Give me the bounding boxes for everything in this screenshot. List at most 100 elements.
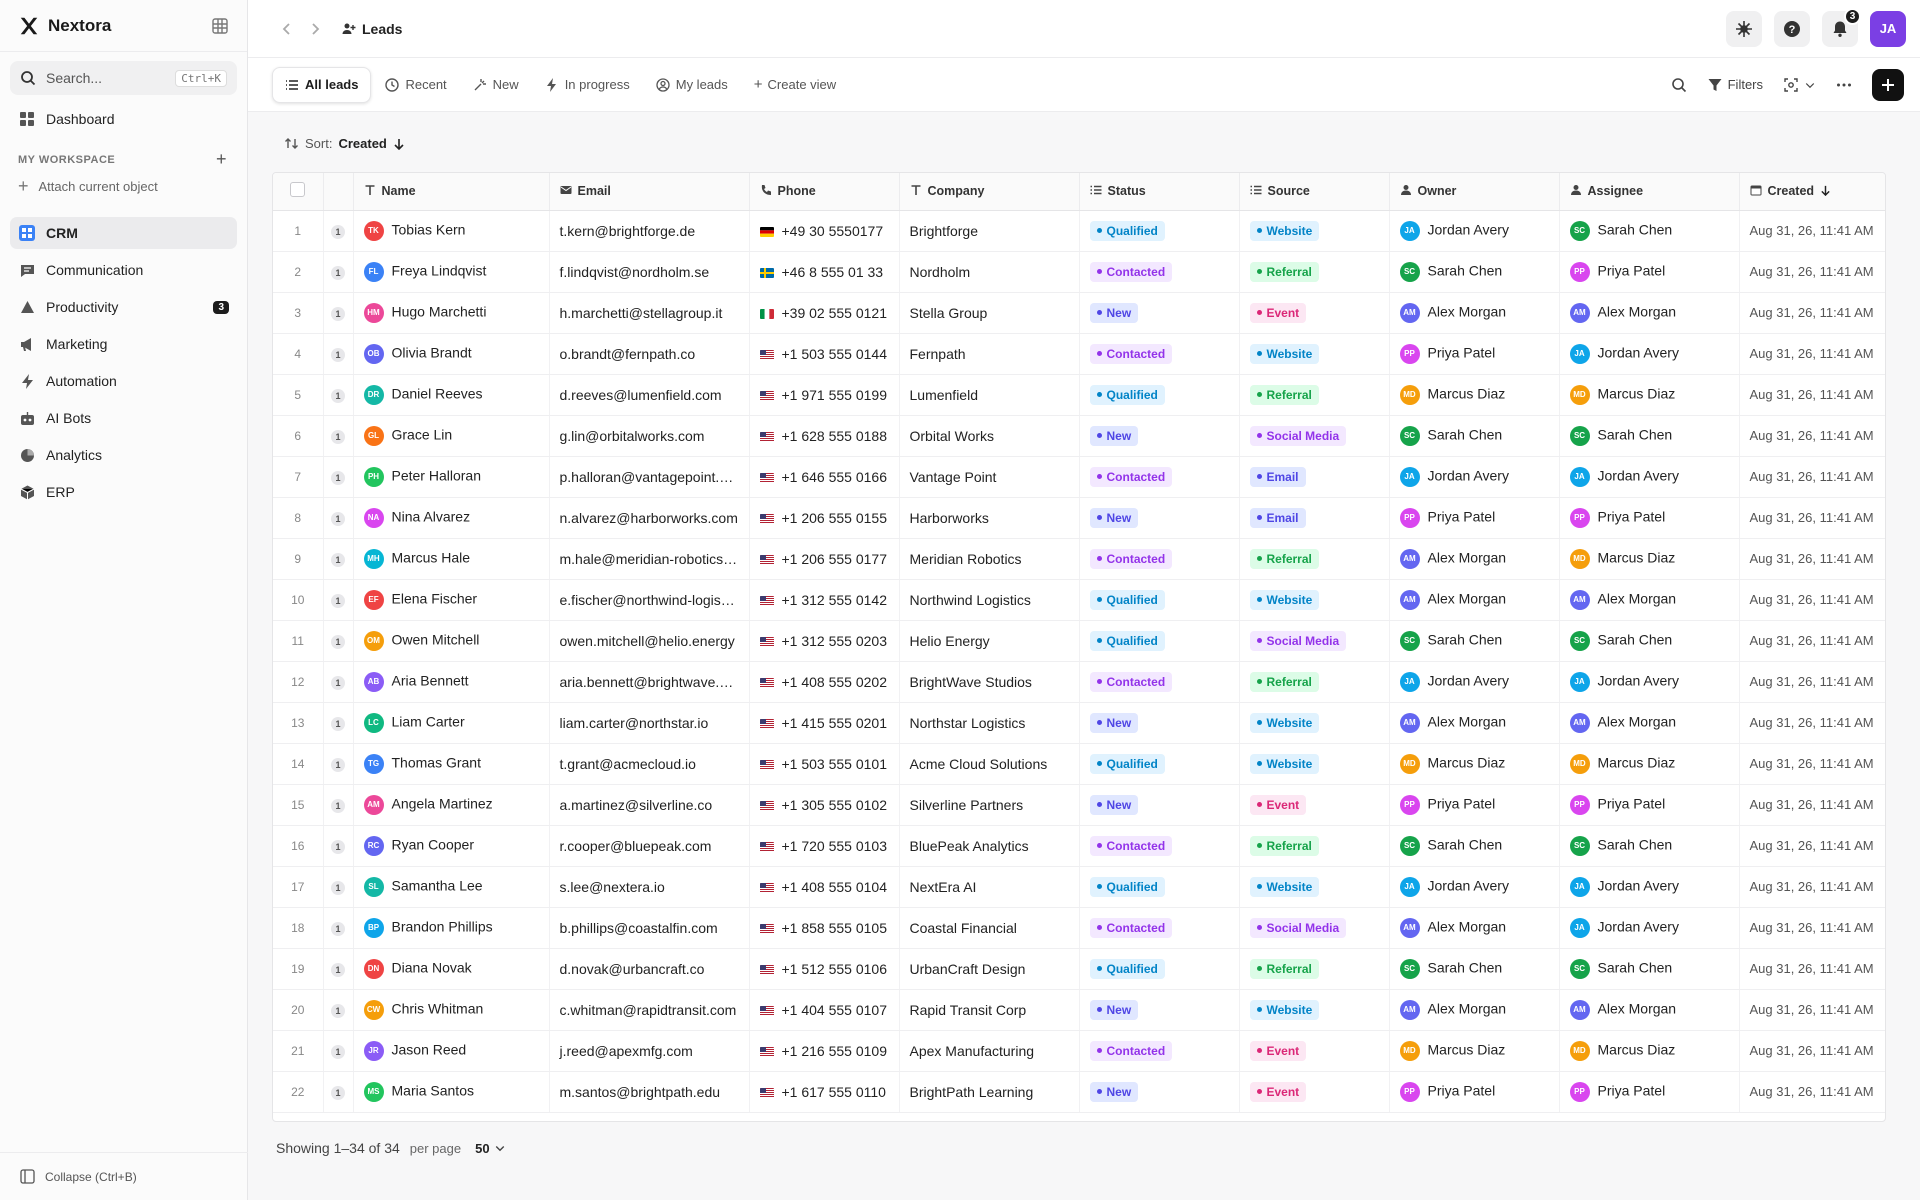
company-cell[interactable]: NextEra AI (899, 866, 1080, 908)
company-cell[interactable]: Harborworks (899, 497, 1080, 539)
owner-cell[interactable]: PP Priya Patel (1389, 1071, 1560, 1113)
name-cell[interactable]: HM Hugo Marchetti (353, 292, 550, 334)
name-cell[interactable]: BP Brandon Phillips (353, 907, 550, 949)
sidebar-search[interactable]: Search... Ctrl+K (10, 61, 237, 95)
name-cell[interactable]: AM Angela Martinez (353, 784, 550, 826)
owner-cell[interactable]: SC Sarah Chen (1389, 415, 1560, 457)
email-cell[interactable]: d.novak@urbancraft.co (549, 948, 750, 990)
assignee-cell[interactable]: JA Jordan Avery (1559, 907, 1740, 949)
sidebar-item-productivity[interactable]: Productivity 3 (10, 291, 237, 323)
source-cell[interactable]: Website (1239, 702, 1390, 744)
company-cell[interactable]: Helio Energy (899, 620, 1080, 662)
owner-cell[interactable]: SC Sarah Chen (1389, 251, 1560, 293)
company-cell[interactable]: Meridian Robotics (899, 538, 1080, 580)
email-cell[interactable]: b.phillips@coastalfin.com (549, 907, 750, 949)
row-number[interactable]: 4 (273, 333, 324, 375)
attach-current-object[interactable]: + Attach current object (18, 176, 237, 197)
search-icon[interactable] (1671, 77, 1687, 93)
sort-control[interactable]: Sort: Created (284, 136, 411, 151)
display-options-dropdown[interactable] (1783, 77, 1816, 93)
email-cell[interactable]: liam.carter@northstar.io (549, 702, 750, 744)
owner-cell[interactable]: AM Alex Morgan (1389, 989, 1560, 1031)
owner-cell[interactable]: SC Sarah Chen (1389, 948, 1560, 990)
more-options-icon[interactable] (1836, 77, 1852, 93)
table-row[interactable]: 21 1 JR Jason Reed j.reed@apexmfg.com +1 216 … (273, 1030, 1885, 1072)
owner-cell[interactable]: AM Alex Morgan (1389, 579, 1560, 621)
table-row[interactable]: 3 1 HM Hugo Marchetti h.marchetti@stellagrou… (273, 292, 1885, 334)
owner-cell[interactable]: PP Priya Patel (1389, 784, 1560, 826)
source-cell[interactable]: Social Media (1239, 415, 1390, 457)
tab-in-progress[interactable]: In progress (533, 67, 642, 103)
status-cell[interactable]: Qualified (1079, 866, 1240, 908)
table-row[interactable]: 1 1 TK Tobias Kern t.kern@brightforge.de +49 … (273, 210, 1885, 252)
status-cell[interactable]: Contacted (1079, 456, 1240, 498)
row-number[interactable]: 15 (273, 784, 324, 826)
column-header-company[interactable]: Company (899, 173, 1080, 211)
email-cell[interactable]: e.fischer@northwind-logistics.com (549, 579, 750, 621)
email-cell[interactable]: aria.bennett@brightwave.studio (549, 661, 750, 703)
table-row[interactable]: 14 1 TG Thomas Grant t.grant@acmecloud.io +1 … (273, 743, 1885, 785)
sidebar-item-automation[interactable]: Automation (10, 365, 237, 397)
phone-cell[interactable]: +1 858 555 0105 (749, 907, 900, 949)
assignee-cell[interactable]: PP Priya Patel (1559, 784, 1740, 826)
sidebar-item-communication[interactable]: Communication (10, 254, 237, 286)
tab-all-leads[interactable]: All leads (272, 66, 372, 103)
email-cell[interactable]: r.cooper@bluepeak.com (549, 825, 750, 867)
row-number[interactable]: 6 (273, 415, 324, 457)
table-row[interactable]: 18 1 BP Brandon Phillips b.phillips@coastalf… (273, 907, 1885, 949)
source-cell[interactable]: Event (1239, 292, 1390, 334)
table-row[interactable]: 6 1 GL Grace Lin g.lin@orbitalworks.com +1 62… (273, 415, 1885, 457)
assignee-cell[interactable]: SC Sarah Chen (1559, 948, 1740, 990)
status-cell[interactable]: New (1079, 784, 1240, 826)
phone-cell[interactable]: +1 408 555 0104 (749, 866, 900, 908)
table-row[interactable]: 9 1 MH Marcus Hale m.hale@meridian-robotics.… (273, 538, 1885, 580)
add-workspace-item-icon[interactable]: + (216, 149, 227, 170)
source-cell[interactable]: Referral (1239, 661, 1390, 703)
column-header-owner[interactable]: Owner (1389, 173, 1560, 211)
row-number[interactable]: 3 (273, 292, 324, 334)
sidebar-item-analytics[interactable]: Analytics (10, 439, 237, 471)
column-header-name[interactable]: Name (353, 173, 550, 211)
assignee-cell[interactable]: SC Sarah Chen (1559, 210, 1740, 252)
status-cell[interactable]: Contacted (1079, 825, 1240, 867)
create-view-button[interactable]: + Create view (742, 67, 848, 103)
name-cell[interactable]: TG Thomas Grant (353, 743, 550, 785)
company-cell[interactable]: Rapid Transit Corp (899, 989, 1080, 1031)
row-number[interactable]: 16 (273, 825, 324, 867)
apps-grid-icon[interactable] (211, 17, 229, 35)
row-number[interactable]: 22 (273, 1071, 324, 1113)
owner-cell[interactable]: PP Priya Patel (1389, 333, 1560, 375)
assignee-cell[interactable]: MD Marcus Diaz (1559, 374, 1740, 416)
source-cell[interactable]: Website (1239, 743, 1390, 785)
source-cell[interactable]: Referral (1239, 251, 1390, 293)
status-cell[interactable]: Qualified (1079, 374, 1240, 416)
status-cell[interactable]: New (1079, 989, 1240, 1031)
phone-cell[interactable]: +1 628 555 0188 (749, 415, 900, 457)
status-cell[interactable]: Qualified (1079, 743, 1240, 785)
tab-recent[interactable]: Recent (373, 67, 458, 103)
assignee-cell[interactable]: PP Priya Patel (1559, 1071, 1740, 1113)
email-cell[interactable]: f.lindqvist@nordholm.se (549, 251, 750, 293)
source-cell[interactable]: Email (1239, 456, 1390, 498)
source-cell[interactable]: Website (1239, 210, 1390, 252)
assignee-cell[interactable]: MD Marcus Diaz (1559, 538, 1740, 580)
name-cell[interactable]: RC Ryan Cooper (353, 825, 550, 867)
name-cell[interactable]: DN Diana Novak (353, 948, 550, 990)
table-row[interactable]: 12 1 AB Aria Bennett aria.bennett@brightwave… (273, 661, 1885, 703)
assignee-cell[interactable]: MD Marcus Diaz (1559, 1030, 1740, 1072)
phone-cell[interactable]: +1 720 555 0103 (749, 825, 900, 867)
status-cell[interactable]: Contacted (1079, 1030, 1240, 1072)
table-row[interactable]: 5 1 DR Daniel Reeves d.reeves@lumenfield.com… (273, 374, 1885, 416)
table-row[interactable]: 19 1 DN Diana Novak d.novak@urbancraft.co +1 … (273, 948, 1885, 990)
row-number[interactable]: 11 (273, 620, 324, 662)
row-number[interactable]: 10 (273, 579, 324, 621)
row-number[interactable]: 14 (273, 743, 324, 785)
company-cell[interactable]: BrightWave Studios (899, 661, 1080, 703)
source-cell[interactable]: Website (1239, 989, 1390, 1031)
assignee-cell[interactable]: JA Jordan Avery (1559, 661, 1740, 703)
source-cell[interactable]: Referral (1239, 825, 1390, 867)
table-row[interactable]: 17 1 SL Samantha Lee s.lee@nextera.io +1 408 … (273, 866, 1885, 908)
phone-cell[interactable]: +39 02 555 0121 (749, 292, 900, 334)
row-number[interactable]: 19 (273, 948, 324, 990)
source-cell[interactable]: Email (1239, 497, 1390, 539)
